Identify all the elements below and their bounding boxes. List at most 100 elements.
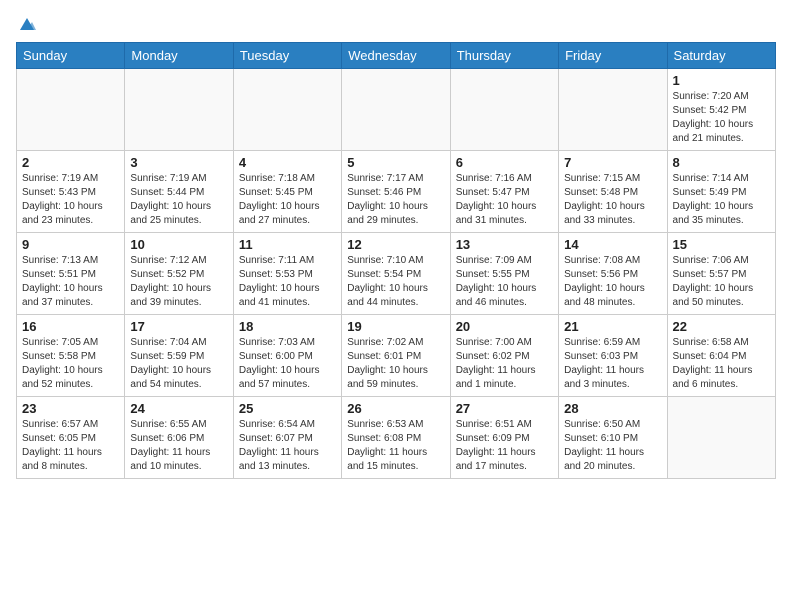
day-info: Sunrise: 7:14 AM Sunset: 5:49 PM Dayligh… [673, 172, 770, 228]
calendar-day-cell: 16 Sunrise: 7:05 AM Sunset: 5:58 PM Dayli… [17, 315, 125, 397]
weekday-header-sunday: Sunday [17, 43, 125, 69]
calendar-day-cell: 20 Sunrise: 7:00 AM Sunset: 6:02 PM Dayli… [450, 315, 558, 397]
day-number: 11 [239, 237, 336, 252]
calendar-day-cell: 15 Sunrise: 7:06 AM Sunset: 5:57 PM Dayli… [667, 233, 775, 315]
calendar-day-cell: 9 Sunrise: 7:13 AM Sunset: 5:51 PM Daylig… [17, 233, 125, 315]
day-info: Sunrise: 6:54 AM Sunset: 6:07 PM Dayligh… [239, 418, 336, 474]
calendar-week-row: 9 Sunrise: 7:13 AM Sunset: 5:51 PM Daylig… [17, 233, 776, 315]
day-info: Sunrise: 7:09 AM Sunset: 5:55 PM Dayligh… [456, 254, 553, 310]
calendar-day-cell: 10 Sunrise: 7:12 AM Sunset: 5:52 PM Dayli… [125, 233, 233, 315]
calendar-day-cell: 28 Sunrise: 6:50 AM Sunset: 6:10 PM Dayli… [559, 397, 667, 479]
day-number: 21 [564, 319, 661, 334]
day-info: Sunrise: 7:00 AM Sunset: 6:02 PM Dayligh… [456, 336, 553, 392]
day-info: Sunrise: 7:05 AM Sunset: 5:58 PM Dayligh… [22, 336, 119, 392]
day-info: Sunrise: 7:08 AM Sunset: 5:56 PM Dayligh… [564, 254, 661, 310]
day-number: 16 [22, 319, 119, 334]
day-info: Sunrise: 7:04 AM Sunset: 5:59 PM Dayligh… [130, 336, 227, 392]
calendar-week-row: 16 Sunrise: 7:05 AM Sunset: 5:58 PM Dayli… [17, 315, 776, 397]
calendar-day-cell: 14 Sunrise: 7:08 AM Sunset: 5:56 PM Dayli… [559, 233, 667, 315]
calendar-week-row: 23 Sunrise: 6:57 AM Sunset: 6:05 PM Dayli… [17, 397, 776, 479]
day-info: Sunrise: 6:50 AM Sunset: 6:10 PM Dayligh… [564, 418, 661, 474]
day-number: 1 [673, 73, 770, 88]
calendar-day-cell: 7Sunrise: 7:15 AM Sunset: 5:48 PM Daylig… [559, 151, 667, 233]
calendar-day-cell [450, 69, 558, 151]
day-number: 9 [22, 237, 119, 252]
calendar-day-cell: 25 Sunrise: 6:54 AM Sunset: 6:07 PM Dayli… [233, 397, 341, 479]
day-number: 10 [130, 237, 227, 252]
day-info: Sunrise: 7:18 AM Sunset: 5:45 PM Dayligh… [239, 172, 336, 228]
calendar-day-cell: 18 Sunrise: 7:03 AM Sunset: 6:00 PM Dayli… [233, 315, 341, 397]
day-info: Sunrise: 6:51 AM Sunset: 6:09 PM Dayligh… [456, 418, 553, 474]
day-number: 15 [673, 237, 770, 252]
calendar-day-cell: 19Sunrise: 7:02 AM Sunset: 6:01 PM Dayli… [342, 315, 450, 397]
day-info: Sunrise: 6:55 AM Sunset: 6:06 PM Dayligh… [130, 418, 227, 474]
day-number: 3 [130, 155, 227, 170]
day-number: 18 [239, 319, 336, 334]
weekday-header-thursday: Thursday [450, 43, 558, 69]
day-info: Sunrise: 7:19 AM Sunset: 5:43 PM Dayligh… [22, 172, 119, 228]
calendar-day-cell: 6 Sunrise: 7:16 AM Sunset: 5:47 PM Daylig… [450, 151, 558, 233]
calendar-day-cell: 27 Sunrise: 6:51 AM Sunset: 6:09 PM Dayli… [450, 397, 558, 479]
day-info: Sunrise: 7:16 AM Sunset: 5:47 PM Dayligh… [456, 172, 553, 228]
day-number: 27 [456, 401, 553, 416]
day-number: 22 [673, 319, 770, 334]
calendar-day-cell [667, 397, 775, 479]
calendar-day-cell [559, 69, 667, 151]
calendar-day-cell [125, 69, 233, 151]
day-number: 28 [564, 401, 661, 416]
calendar-day-cell: 12Sunrise: 7:10 AM Sunset: 5:54 PM Dayli… [342, 233, 450, 315]
calendar-table: SundayMondayTuesdayWednesdayThursdayFrid… [16, 42, 776, 479]
day-info: Sunrise: 7:02 AM Sunset: 6:01 PM Dayligh… [347, 336, 444, 392]
calendar-day-cell: 1 Sunrise: 7:20 AM Sunset: 5:42 PM Daylig… [667, 69, 775, 151]
day-info: Sunrise: 6:59 AM Sunset: 6:03 PM Dayligh… [564, 336, 661, 392]
day-info: Sunrise: 7:17 AM Sunset: 5:46 PM Dayligh… [347, 172, 444, 228]
day-info: Sunrise: 6:58 AM Sunset: 6:04 PM Dayligh… [673, 336, 770, 392]
calendar-header-row: SundayMondayTuesdayWednesdayThursdayFrid… [17, 43, 776, 69]
day-number: 25 [239, 401, 336, 416]
calendar-day-cell: 17 Sunrise: 7:04 AM Sunset: 5:59 PM Dayli… [125, 315, 233, 397]
day-info: Sunrise: 7:11 AM Sunset: 5:53 PM Dayligh… [239, 254, 336, 310]
calendar-day-cell: 3 Sunrise: 7:19 AM Sunset: 5:44 PM Daylig… [125, 151, 233, 233]
day-number: 8 [673, 155, 770, 170]
calendar-day-cell: 23 Sunrise: 6:57 AM Sunset: 6:05 PM Dayli… [17, 397, 125, 479]
day-number: 2 [22, 155, 119, 170]
calendar-day-cell: 13 Sunrise: 7:09 AM Sunset: 5:55 PM Dayli… [450, 233, 558, 315]
calendar-day-cell: 4 Sunrise: 7:18 AM Sunset: 5:45 PM Daylig… [233, 151, 341, 233]
day-info: Sunrise: 7:13 AM Sunset: 5:51 PM Dayligh… [22, 254, 119, 310]
day-info: Sunrise: 7:03 AM Sunset: 6:00 PM Dayligh… [239, 336, 336, 392]
calendar-day-cell: 26Sunrise: 6:53 AM Sunset: 6:08 PM Dayli… [342, 397, 450, 479]
day-number: 13 [456, 237, 553, 252]
logo-icon [18, 16, 36, 34]
weekday-header-wednesday: Wednesday [342, 43, 450, 69]
day-number: 23 [22, 401, 119, 416]
calendar-day-cell: 22 Sunrise: 6:58 AM Sunset: 6:04 PM Dayli… [667, 315, 775, 397]
day-number: 17 [130, 319, 227, 334]
day-number: 20 [456, 319, 553, 334]
calendar-day-cell: 11 Sunrise: 7:11 AM Sunset: 5:53 PM Dayli… [233, 233, 341, 315]
day-info: Sunrise: 7:15 AM Sunset: 5:48 PM Dayligh… [564, 172, 661, 228]
logo [16, 16, 38, 34]
day-info: Sunrise: 7:10 AM Sunset: 5:54 PM Dayligh… [347, 254, 444, 310]
day-info: Sunrise: 7:12 AM Sunset: 5:52 PM Dayligh… [130, 254, 227, 310]
day-number: 6 [456, 155, 553, 170]
calendar-day-cell: 8 Sunrise: 7:14 AM Sunset: 5:49 PM Daylig… [667, 151, 775, 233]
calendar-week-row: 1 Sunrise: 7:20 AM Sunset: 5:42 PM Daylig… [17, 69, 776, 151]
calendar-day-cell [233, 69, 341, 151]
day-number: 26 [347, 401, 444, 416]
day-number: 14 [564, 237, 661, 252]
day-number: 5 [347, 155, 444, 170]
calendar-day-cell: 2 Sunrise: 7:19 AM Sunset: 5:43 PM Daylig… [17, 151, 125, 233]
day-info: Sunrise: 7:06 AM Sunset: 5:57 PM Dayligh… [673, 254, 770, 310]
day-info: Sunrise: 7:19 AM Sunset: 5:44 PM Dayligh… [130, 172, 227, 228]
weekday-header-tuesday: Tuesday [233, 43, 341, 69]
weekday-header-friday: Friday [559, 43, 667, 69]
day-info: Sunrise: 7:20 AM Sunset: 5:42 PM Dayligh… [673, 90, 770, 146]
page-header [16, 16, 776, 34]
weekday-header-saturday: Saturday [667, 43, 775, 69]
day-number: 4 [239, 155, 336, 170]
calendar-day-cell [17, 69, 125, 151]
day-info: Sunrise: 6:57 AM Sunset: 6:05 PM Dayligh… [22, 418, 119, 474]
calendar-day-cell: 21 Sunrise: 6:59 AM Sunset: 6:03 PM Dayli… [559, 315, 667, 397]
calendar-day-cell: 5 Sunrise: 7:17 AM Sunset: 5:46 PM Daylig… [342, 151, 450, 233]
calendar-week-row: 2 Sunrise: 7:19 AM Sunset: 5:43 PM Daylig… [17, 151, 776, 233]
